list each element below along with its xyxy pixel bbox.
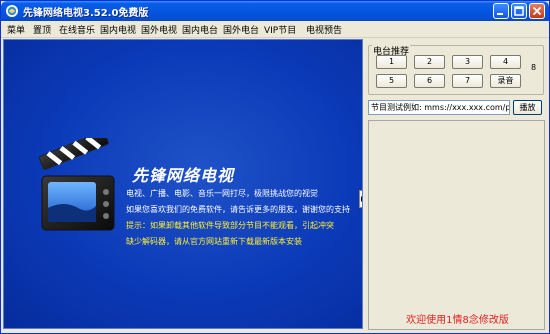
minimize-button[interactable] [493,3,509,19]
station-button-3[interactable]: 3 [452,55,483,69]
info-panel: 欢迎使用1情8念修改版 [368,120,545,330]
intro-line: 电视、广播、电影、音乐一网打尽，极限挑战您的视觉 [126,189,318,198]
title-bar[interactable]: 先锋网络电视3.52.0免费版 [1,1,549,21]
close-button[interactable] [529,3,545,19]
control-panel: 电台推荐 1 2 3 4 5 6 7 录音 8 节目测试例如: mms://xx… [365,39,549,333]
record-button[interactable]: 录音 [490,74,521,88]
window-title: 先锋网络电视3.52.0免费版 [23,8,149,19]
test-url-input[interactable]: 节目测试例如: mms://xxx.xxx.com/play [368,100,510,115]
clapperboard-icon [38,138,115,231]
menu-item-domestic-tv[interactable]: 国内电视 [100,23,136,36]
station-button-7[interactable]: 7 [452,74,483,88]
menu-item-tv-guide[interactable]: 电视预告 [306,23,342,36]
menu-item-foreign-tv[interactable]: 国外电视 [141,23,177,36]
station-recommend-group: 电台推荐 1 2 3 4 5 6 7 录音 8 [368,44,544,95]
app-window: 先锋网络电视3.52.0免费版 菜单 置顶 在线音乐 国内电视 国外电视 国内电… [0,0,550,334]
menu-item-menu[interactable]: 菜单 [7,23,25,36]
station-button-1[interactable]: 1 [376,55,407,69]
menu-item-online-music[interactable]: 在线音乐 [59,23,95,36]
tip-line: 缺少解码器，请从官方网站重新下载最新版本安装 [126,237,302,246]
station-button-2[interactable]: 2 [414,55,445,69]
app-icon [5,4,19,18]
menu-bar: 菜单 置顶 在线音乐 国内电视 国外电视 国内电台 国外电台 VIP节目 电视预… [1,21,549,38]
menu-item-pin-top[interactable]: 置顶 [33,23,51,36]
station-button-6[interactable]: 6 [414,74,445,88]
brand-title: 先锋网络电视 [132,166,235,185]
station-button-5[interactable]: 5 [376,74,407,88]
video-display[interactable]: 先锋网络电视 电视、广播、电影、音乐一网打尽，极限挑战您的视觉 如果您喜欢我们的… [3,39,363,329]
menu-item-vip[interactable]: VIP节目 [264,23,296,36]
collapse-panel-handle[interactable] [359,190,362,208]
intro-line: 如果您喜欢我们的免费软件，请告诉更多的朋友，谢谢您的支持 [126,205,350,214]
welcome-text: 欢迎使用1情8念修改版 [406,315,509,326]
station-button-8[interactable]: 8 [531,63,536,72]
menu-item-domestic-radio[interactable]: 国内电台 [182,23,218,36]
maximize-button[interactable] [511,3,527,19]
menu-item-foreign-radio[interactable]: 国外电台 [223,23,259,36]
station-button-4[interactable]: 4 [490,55,521,69]
play-button[interactable]: 播放 [513,100,542,115]
tip-line: 提示：如果卸载其他软件导致部分节目不能观看，引起冲突 [126,221,334,230]
